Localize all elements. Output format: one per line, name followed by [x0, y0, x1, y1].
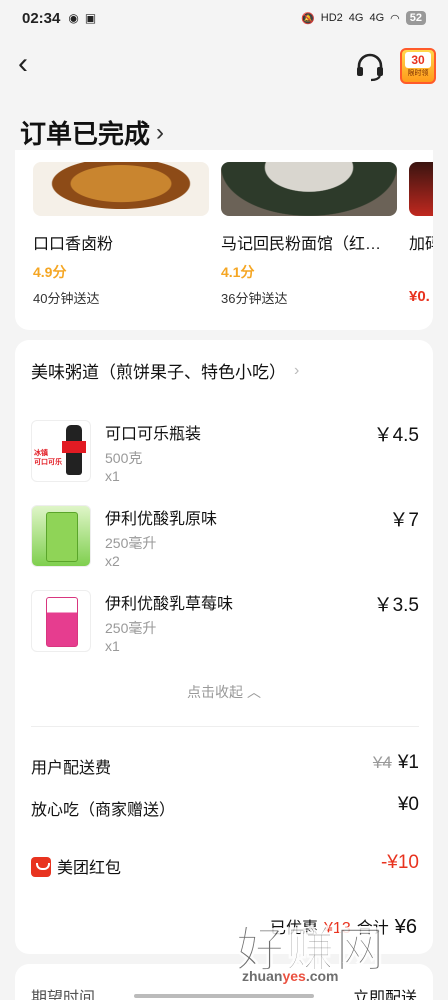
- product-image: [409, 162, 433, 216]
- weibo-icon: ◉: [68, 11, 79, 25]
- battery-indicator: 52: [405, 11, 426, 25]
- recommend-product[interactable]: 加码 ¥0.: [409, 162, 433, 307]
- recommendation-card: 口口香卤粉 4.9分 40分钟送达 马记回民粉面馆（红… 4.1分 36分钟送达…: [15, 150, 433, 330]
- chevron-right-icon: ›: [156, 118, 165, 146]
- shop-score: 4.9分: [33, 264, 67, 280]
- red-packet-label: 美团红包: [57, 860, 122, 877]
- network1-label: 4G: [348, 12, 364, 24]
- red-packet-value: -¥10: [380, 852, 419, 873]
- bottle-label: [62, 441, 86, 453]
- watermark-url: zhuanyes.com: [242, 968, 339, 984]
- collapse-label: 点击收起: [187, 684, 244, 700]
- coupon-text: 限时领: [407, 70, 429, 77]
- shop-score: 4.1分: [221, 264, 255, 280]
- shop-delivery-time: 40分钟送达: [33, 291, 100, 306]
- item-price: ￥3.5: [373, 595, 419, 616]
- order-status-text: 订单已完成: [20, 119, 151, 149]
- item-quantity: x2: [105, 553, 120, 569]
- delivery-fee-value: ¥1: [397, 752, 419, 773]
- product-thumbnail: [31, 505, 91, 567]
- item-spec: 250毫升: [105, 620, 157, 636]
- shop-delivery-time: 36分钟送达: [221, 291, 288, 306]
- customer-service-icon[interactable]: [354, 52, 386, 82]
- wifi-icon: ◠: [390, 12, 400, 25]
- item-name: 伊利优酸乳原味: [105, 511, 218, 528]
- hd-label: HD2: [320, 12, 343, 24]
- order-card: 美味粥道（煎饼果子、特色小吃） › 冰镇 可口可乐 可口可乐瓶装 500克 x1…: [15, 340, 433, 954]
- assurance-value: ¥0: [397, 794, 419, 815]
- delivery-time-label: 期望时间: [31, 990, 96, 1000]
- coupon-value: 30: [405, 52, 431, 68]
- yogurt-box-icon: [46, 512, 78, 562]
- assurance-label: 放心吃（商家赠送）: [31, 802, 176, 819]
- notification-icons: ◉ ▣: [68, 11, 96, 25]
- divider: [31, 726, 419, 727]
- item-quantity: x1: [105, 638, 120, 654]
- item-name: 伊利优酸乳草莓味: [105, 596, 234, 613]
- shop-image: [33, 162, 209, 216]
- network2-label: 4G: [369, 12, 385, 24]
- order-item[interactable]: 伊利优酸乳草莓味 250毫升 x1 ￥3.5: [31, 590, 419, 662]
- collapse-button[interactable]: 点击收起 ︿: [15, 682, 433, 702]
- chevron-right-icon: ›: [294, 361, 300, 379]
- item-spec: 500克: [105, 450, 143, 466]
- item-quantity: x1: [105, 468, 120, 484]
- status-right: 🔕 HD2 4G 4G ◠ 52: [301, 11, 426, 25]
- order-item[interactable]: 冰镇 可口可乐 可口可乐瓶装 500克 x1 ￥4.5: [31, 420, 419, 492]
- product-price: ¥0.: [409, 288, 430, 305]
- item-price: ￥4.5: [373, 425, 419, 446]
- recommend-shop[interactable]: 口口香卤粉 4.9分 40分钟送达: [33, 162, 209, 307]
- thumbnail-caption: 冰镇 可口可乐: [34, 450, 62, 466]
- red-packet-icon: [31, 857, 51, 877]
- red-packet-row: 美团红包 -¥10: [31, 852, 419, 878]
- shop-name: 马记回民粉面馆（红…: [221, 236, 382, 253]
- message-icon: ▣: [84, 11, 97, 25]
- watermark: 好赚网 zhuanyes.com: [236, 910, 436, 990]
- delivery-fee-row: 用户配送费 ¥4 ¥1: [31, 752, 419, 778]
- item-spec: 250毫升: [105, 535, 157, 551]
- page-title[interactable]: 订单已完成 ›: [20, 114, 164, 151]
- product-thumbnail: 冰镇 可口可乐: [31, 420, 91, 482]
- product-name: 加码: [409, 236, 433, 253]
- delivery-fee-label: 用户配送费: [31, 760, 112, 777]
- shop-title: 美味粥道（煎饼果子、特色小吃）: [31, 363, 286, 382]
- home-indicator[interactable]: [134, 994, 314, 998]
- assurance-row: 放心吃（商家赠送） ¥0: [31, 794, 419, 820]
- delivery-fee-original: ¥4: [372, 753, 392, 772]
- back-icon[interactable]: ‹: [18, 49, 48, 80]
- order-item[interactable]: 伊利优酸乳原味 250毫升 x2 ￥7: [31, 505, 419, 577]
- shop-link[interactable]: 美味粥道（煎饼果子、特色小吃） ›: [31, 358, 299, 383]
- product-thumbnail: [31, 590, 91, 652]
- status-bar: 02:34 ◉ ▣ 🔕 HD2 4G 4G ◠ 52: [0, 0, 448, 36]
- strawberry-box-icon: [46, 597, 78, 647]
- shop-name: 口口香卤粉: [33, 236, 114, 253]
- chevron-up-icon: ︿: [246, 684, 261, 700]
- item-price: ￥7: [389, 510, 419, 531]
- coupon-badge[interactable]: 30 限时领: [400, 48, 436, 84]
- status-time: 02:34: [22, 9, 61, 27]
- item-name: 可口可乐瓶装: [105, 426, 202, 443]
- shop-image: [221, 162, 397, 216]
- recommend-shop[interactable]: 马记回民粉面馆（红… 4.1分 36分钟送达: [221, 162, 397, 307]
- mute-icon: 🔕: [301, 12, 315, 25]
- nav-bar: ‹ 30 限时领: [0, 40, 448, 92]
